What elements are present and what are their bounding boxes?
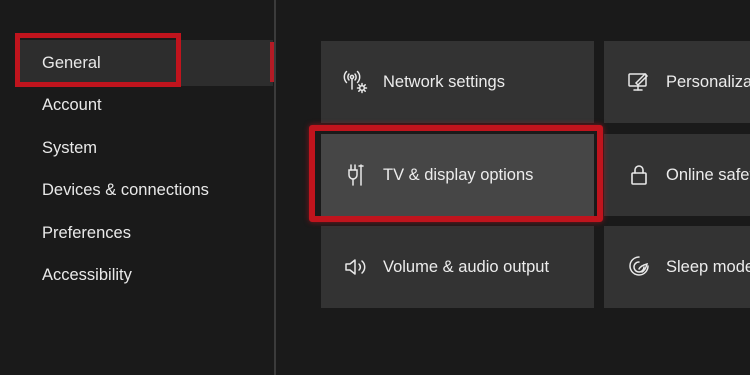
personalization-icon [624,67,654,97]
tile-label: TV & display options [383,165,534,184]
speaker-icon [341,252,371,282]
sidebar-item-label: Devices & connections [42,180,209,199]
sidebar-item-system[interactable]: System [18,125,273,171]
sidebar-item-label: General [42,53,101,72]
sidebar-item-account[interactable]: Account [18,82,273,128]
tile-online-safety[interactable]: Online safety [604,134,750,216]
tile-label: Sleep mode [666,257,750,276]
lock-icon [624,160,654,190]
tile-label: Network settings [383,72,505,91]
sidebar-divider [274,0,276,375]
tile-network-settings[interactable]: Network settings [321,41,594,123]
tile-volume-audio-output[interactable]: Volume & audio output [321,226,594,308]
tile-personalization[interactable]: Personalization [604,41,750,123]
tile-label: Online safety [666,165,750,184]
sidebar-item-label: Account [42,95,102,114]
sleep-mode-icon [624,252,654,282]
sidebar-item-label: Preferences [42,223,131,242]
sidebar-item-devices-connections[interactable]: Devices & connections [18,167,273,213]
tile-label: Volume & audio output [383,257,550,276]
tile-tv-display-options[interactable]: TV & display options [321,134,594,216]
sidebar-item-label: Accessibility [42,265,132,284]
sidebar-item-preferences[interactable]: Preferences [18,210,273,256]
sidebar-item-label: System [42,138,98,157]
tile-sleep-mode[interactable]: Sleep mode [604,226,750,308]
sidebar-item-accessibility[interactable]: Accessibility [18,252,273,298]
tv-display-icon [341,160,371,190]
network-icon [341,67,371,97]
tile-label: Personalization [666,72,750,91]
sidebar-item-general[interactable]: General [18,40,273,86]
settings-sidebar: General Account System Devices & connect… [0,0,275,375]
